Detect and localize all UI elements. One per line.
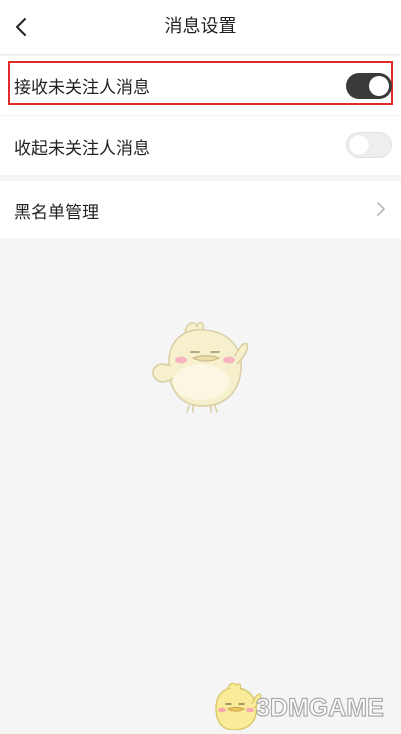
setting-row-collapse-unfollowed: 收起未关注人消息 — [0, 116, 401, 175]
back-button[interactable] — [6, 12, 36, 42]
receive-unfollowed-toggle[interactable] — [346, 73, 392, 99]
chevron-right-icon — [377, 202, 385, 216]
chevron-left-icon — [16, 18, 26, 36]
mascot-bird-illustration — [152, 321, 249, 413]
watermark-text: 3DMGAME — [255, 693, 384, 722]
watermark-bird-logo — [215, 682, 262, 730]
collapse-unfollowed-toggle[interactable] — [346, 132, 392, 158]
toggle-knob — [369, 76, 389, 96]
top-bar: 消息设置 — [0, 0, 401, 54]
page-title: 消息设置 — [164, 16, 237, 37]
highlight-annotation — [8, 61, 393, 105]
setting-row-blacklist[interactable]: 黑名单管理 — [0, 181, 401, 238]
blacklist-label: 黑名单管理 — [14, 203, 99, 223]
collapse-unfollowed-label: 收起未关注人消息 — [14, 139, 150, 159]
header-divider — [0, 54, 401, 55]
watermark-3dmgame: 3DMGAME — [206, 680, 396, 734]
toggle-knob — [349, 135, 369, 155]
